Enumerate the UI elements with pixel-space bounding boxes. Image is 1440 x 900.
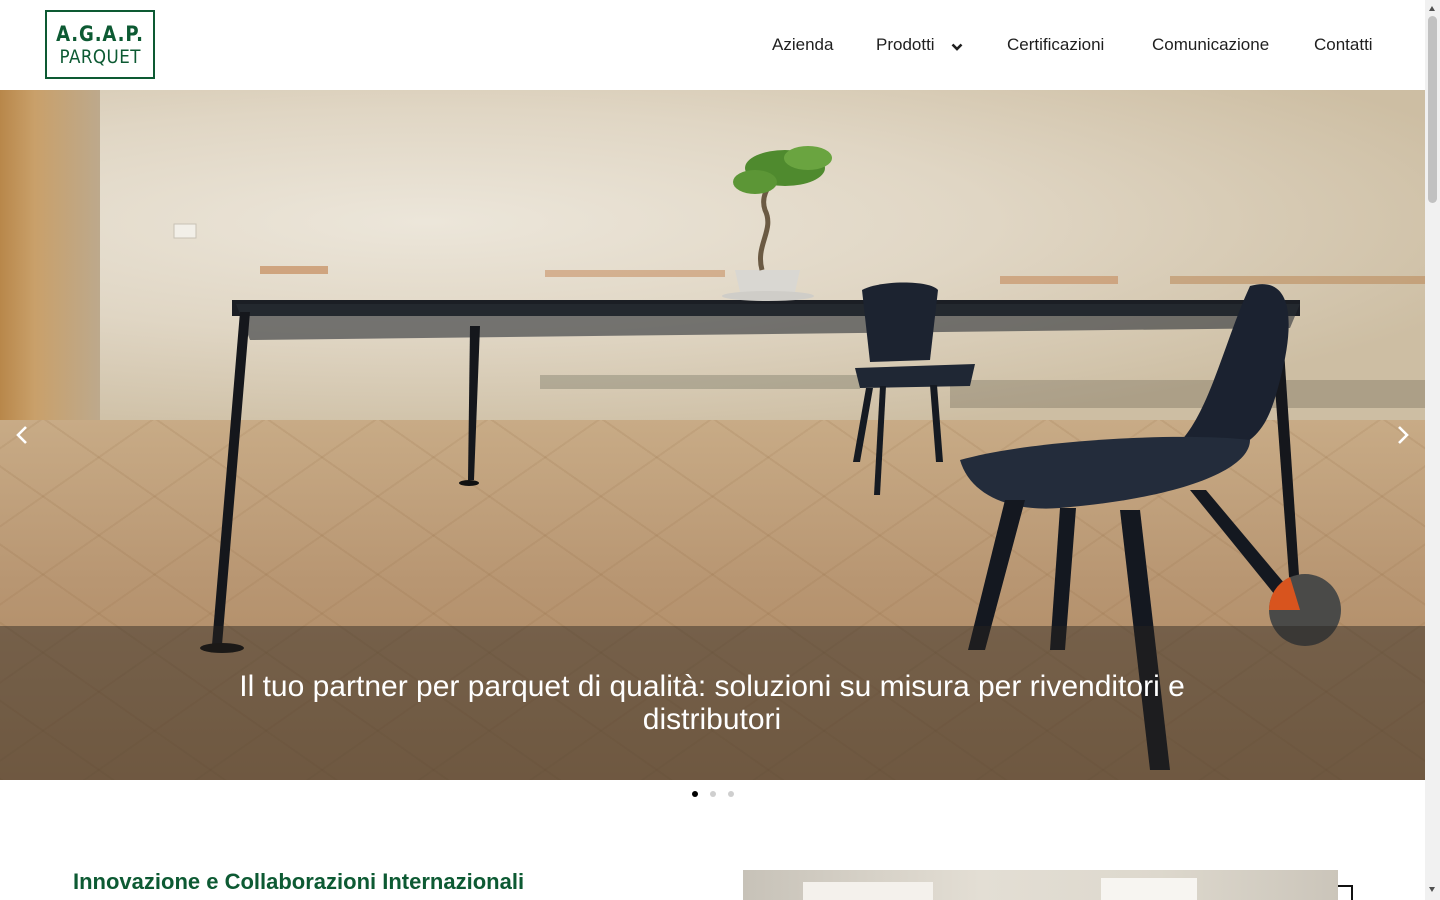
section-image-frame bbox=[1338, 885, 1353, 900]
scrollbar-thumb[interactable] bbox=[1428, 16, 1437, 203]
hero-slider: Il tuo partner per parquet di qualità: s… bbox=[0, 90, 1425, 780]
slider-dot-3[interactable] bbox=[728, 791, 734, 797]
nav-item-contatti[interactable]: Contatti bbox=[1314, 33, 1373, 57]
site-header: A.G.A.P. PARQUET Azienda Prodotti Certif… bbox=[0, 0, 1425, 90]
nav-item-prodotti-label: Prodotti bbox=[876, 35, 935, 54]
nav-item-prodotti[interactable]: Prodotti bbox=[876, 33, 963, 58]
slider-prev-button[interactable] bbox=[11, 423, 35, 447]
chevron-right-icon bbox=[1398, 426, 1409, 444]
nav-item-azienda[interactable]: Azienda bbox=[772, 33, 833, 57]
page-scrollbar[interactable] bbox=[1425, 0, 1440, 900]
hero-caption: Il tuo partner per parquet di qualità: s… bbox=[239, 670, 1185, 736]
slider-dot-2[interactable] bbox=[710, 791, 716, 797]
slider-next-button[interactable] bbox=[1390, 423, 1414, 447]
scroll-down-arrow-icon[interactable] bbox=[1429, 887, 1435, 892]
section-title: Innovazione e Collaborazioni Internazion… bbox=[73, 869, 525, 894]
nav-item-comunicazione[interactable]: Comunicazione bbox=[1152, 33, 1269, 57]
chevron-down-icon bbox=[951, 34, 963, 58]
section-image-detail bbox=[803, 882, 933, 900]
section-image bbox=[743, 870, 1338, 900]
chevron-left-icon bbox=[16, 426, 27, 444]
nav-item-certificazioni[interactable]: Certificazioni bbox=[1007, 33, 1104, 57]
scroll-up-arrow-icon[interactable] bbox=[1429, 6, 1435, 11]
main-nav: Azienda Prodotti Certificazioni Comunica… bbox=[0, 33, 1425, 57]
section-image-detail bbox=[1101, 878, 1197, 900]
slider-dot-1[interactable] bbox=[692, 791, 698, 797]
